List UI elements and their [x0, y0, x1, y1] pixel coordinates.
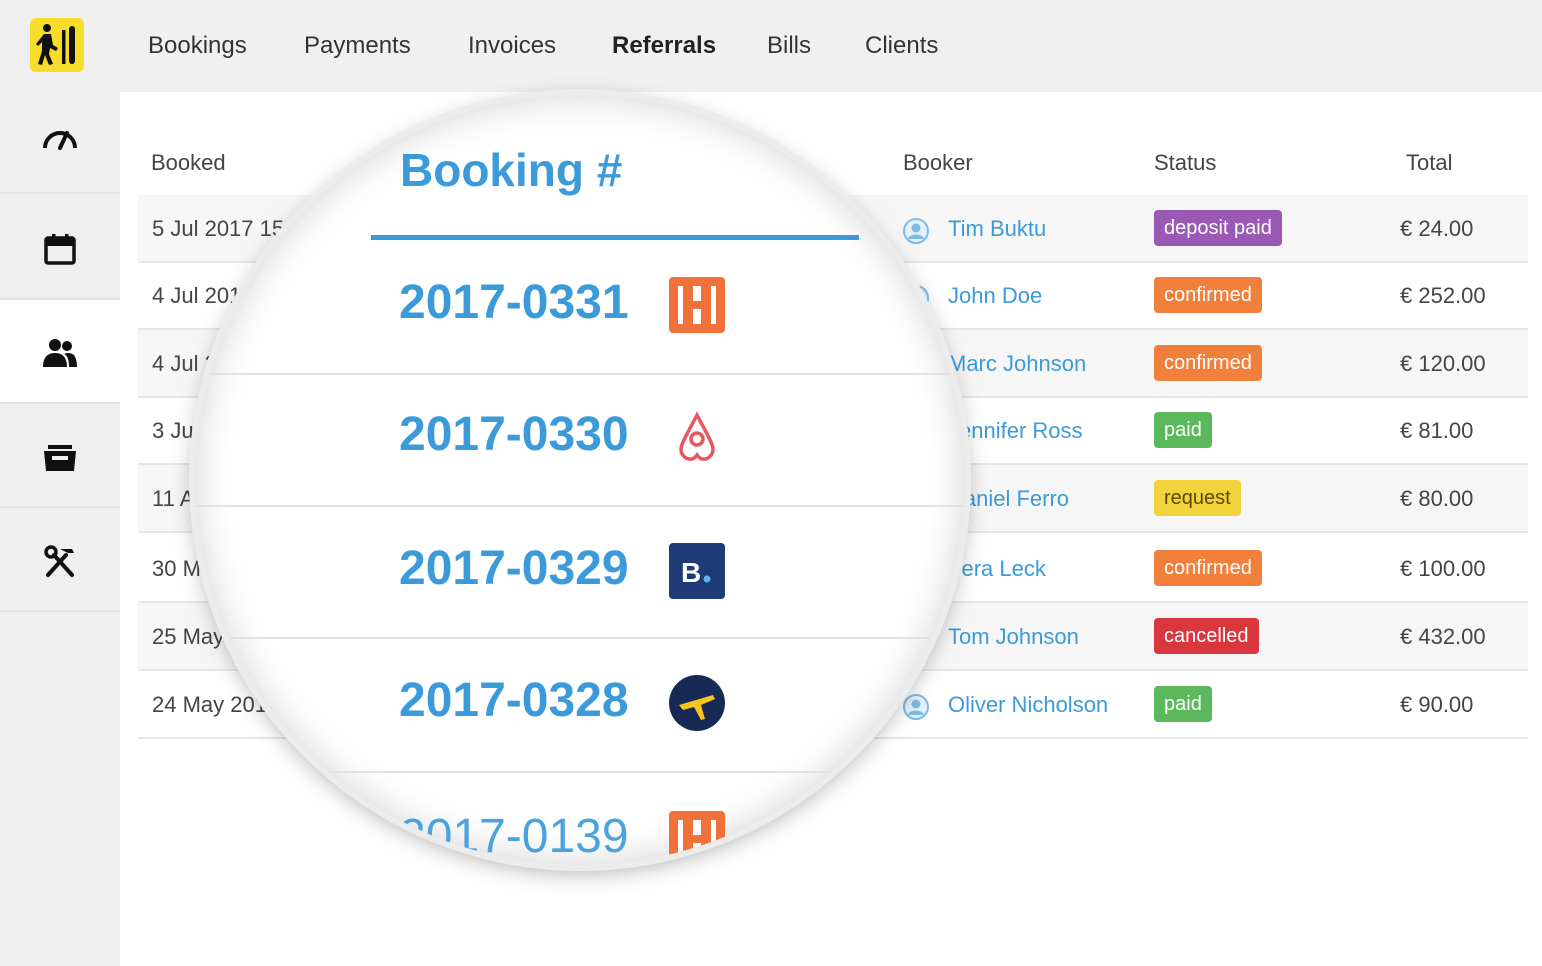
nav-bills[interactable]: Bills: [767, 32, 811, 60]
booking-com-logo-icon: B: [669, 543, 725, 599]
booking-number-link[interactable]: 2017-0330: [399, 407, 629, 462]
nav-clients[interactable]: Clients: [865, 32, 938, 60]
row-divider: [195, 771, 965, 773]
total-amount: € 90.00: [1400, 692, 1474, 717]
sidebar-item-inbox[interactable]: [0, 404, 120, 508]
status-badge: paid: [1154, 412, 1212, 448]
total-amount: € 252.00: [1400, 283, 1486, 308]
tools-icon: [44, 545, 74, 577]
airbnb-logo-icon: [679, 411, 715, 461]
total-amount: € 80.00: [1400, 486, 1474, 511]
booking-number-link[interactable]: 2017-0329: [399, 541, 629, 596]
header-total[interactable]: Total: [1406, 150, 1452, 176]
inbox-tray-icon: [44, 445, 76, 471]
booking-number-link[interactable]: 2017-0331: [399, 275, 629, 330]
status-badge: confirmed: [1154, 277, 1262, 313]
booker-name: Oliver Nicholson: [948, 692, 1109, 717]
status-badge: confirmed: [1154, 345, 1262, 381]
booker-name: Tom Johnson: [948, 624, 1079, 649]
app-logo[interactable]: [30, 18, 84, 72]
total-amount: € 100.00: [1400, 556, 1486, 581]
row-divider: [195, 637, 965, 639]
booker-name: Jennifer Ross: [948, 418, 1083, 443]
total-amount: € 432.00: [1400, 624, 1486, 649]
users-icon: [43, 339, 77, 367]
homeaway-logo-icon: [669, 277, 725, 333]
sidebar-item-settings[interactable]: [0, 508, 120, 612]
status-badge: confirmed: [1154, 550, 1262, 586]
homeaway-logo-icon: [669, 811, 725, 865]
row-divider: [195, 505, 965, 507]
sort-indicator: [371, 235, 859, 240]
header-status[interactable]: Status: [1154, 150, 1216, 176]
status-badge: deposit paid: [1154, 210, 1282, 246]
nav-referrals[interactable]: Referrals: [612, 32, 716, 60]
total-amount: € 120.00: [1400, 351, 1486, 376]
booking-number-header[interactable]: Booking #: [400, 143, 622, 197]
booking-number-link[interactable]: 2017-0328: [399, 673, 629, 728]
top-navigation: Bookings Payments Invoices Referrals Bil…: [120, 0, 1542, 92]
sidebar-item-dashboard[interactable]: [0, 90, 120, 194]
booker-name: Daniel Ferro: [948, 486, 1070, 511]
dashboard-gauge-icon: [43, 131, 77, 150]
total-amount: € 24.00: [1400, 216, 1474, 241]
hiker-logo-icon: [36, 24, 75, 65]
total-amount: € 81.00: [1400, 418, 1474, 443]
sidebar-item-clients[interactable]: [0, 300, 120, 404]
status-badge: cancelled: [1154, 618, 1259, 654]
booking-number-link[interactable]: 2017-0139: [399, 809, 629, 864]
calendar-icon: [44, 234, 76, 265]
row-divider: [195, 373, 965, 375]
sidebar: [0, 0, 120, 966]
svg-text:B: B: [681, 557, 701, 588]
status-badge: request: [1154, 480, 1241, 516]
magnifier-lens: Booking # 2017-0331 2017-0330 2017-0329 B 20…: [195, 95, 965, 865]
nav-bookings[interactable]: Bookings: [148, 32, 247, 60]
booker-name: Marc Johnson: [948, 351, 1087, 376]
nav-payments[interactable]: Payments: [304, 32, 411, 60]
expedia-logo-icon: [669, 675, 725, 731]
nav-invoices[interactable]: Invoices: [468, 32, 556, 60]
status-badge: paid: [1154, 686, 1212, 722]
sidebar-item-calendar[interactable]: [0, 196, 120, 300]
